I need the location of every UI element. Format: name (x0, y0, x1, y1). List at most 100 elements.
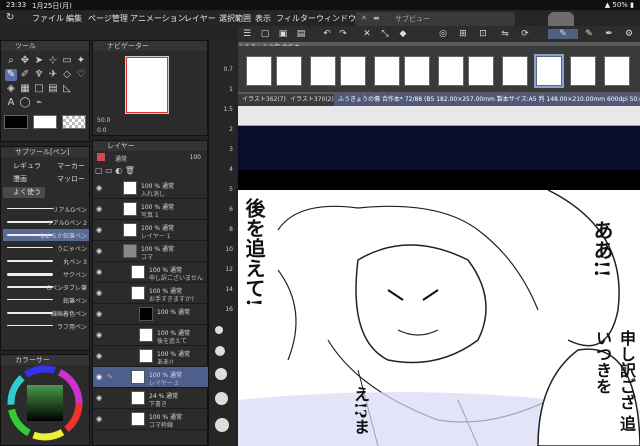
brush-item[interactable]: リアルGペン (3, 203, 89, 215)
grid-icon[interactable]: ⊡ (478, 29, 488, 39)
eye-icon[interactable]: ◉ (96, 331, 104, 339)
layer-row[interactable]: ◉ 100 % 通常 コマ枠線 (93, 409, 209, 430)
size-value[interactable]: 4 (229, 166, 233, 173)
pen-pressure-icon[interactable]: ✒ (604, 29, 614, 39)
main-color-swatch[interactable] (4, 115, 28, 129)
size-value[interactable]: 2 (229, 126, 233, 133)
page-thumbnail-selected[interactable] (534, 54, 564, 88)
size-dot[interactable] (215, 326, 223, 334)
menu-layer[interactable]: レイヤー (184, 13, 216, 24)
transform-icon[interactable]: ⤡ (380, 29, 390, 39)
size-value[interactable]: 3 (229, 146, 233, 153)
size-value[interactable]: 0.7 (223, 66, 233, 73)
subtool-tab-marker[interactable]: マーカー (47, 161, 89, 172)
document-tab-active[interactable]: ふうきょうの傷 合作本* 72/88 (B5 182.00×257.00mm 製… (334, 94, 640, 106)
subtool-tab-regular[interactable]: レギュラー (3, 161, 45, 181)
menu-animation[interactable]: アニメーション (130, 13, 186, 24)
settings-icon[interactable]: ⚙ (624, 29, 634, 39)
menu-edit[interactable]: 編集 (66, 13, 82, 24)
mask-icon[interactable]: ◐ (115, 166, 122, 175)
layer-row[interactable]: ◉ 100 % 通常 写真 1 (93, 199, 209, 220)
frame-tool-icon[interactable]: ▤ (47, 83, 59, 95)
selection-tool-icon[interactable]: ▭ (61, 55, 73, 67)
navigator-zoom-slider[interactable]: 50.0 (97, 117, 203, 125)
page-thumbnail[interactable] (570, 56, 596, 86)
layer-row[interactable]: ◉ 100 % 通常 後を追えて (93, 325, 209, 346)
flip-icon[interactable]: ⇋ (500, 29, 510, 39)
page-thumbnail[interactable] (340, 56, 366, 86)
eye-icon[interactable]: ◉ (96, 394, 104, 402)
balloon-tool-icon[interactable]: ◯ (19, 97, 31, 109)
subtool-tab-manga[interactable]: 漫画 (3, 174, 45, 185)
eye-icon[interactable]: ◉ (96, 205, 104, 213)
brush-item[interactable]: 線画着色ペン (3, 307, 89, 319)
eye-icon[interactable]: ◉ (96, 310, 104, 318)
brush-item[interactable]: 鉛筆ペン (3, 294, 89, 306)
undo-icon[interactable]: ↶ (322, 29, 332, 39)
eraser-tool-icon[interactable]: ◇ (61, 69, 73, 81)
page-thumbnail[interactable] (438, 56, 464, 86)
sub-color-swatch[interactable] (33, 115, 57, 129)
eye-icon[interactable]: ◉ (96, 373, 104, 381)
size-value[interactable]: 6 (229, 206, 233, 213)
page-thumbnail[interactable] (374, 56, 400, 86)
menu-view[interactable]: 表示 (255, 13, 271, 24)
gradient-tool-icon[interactable]: ▦ (19, 83, 31, 95)
redo-icon[interactable]: ↷ (338, 29, 348, 39)
page-thumbnail[interactable] (310, 56, 336, 86)
layer-row-selected[interactable]: ◉ ✎ 100 % 通常 レイヤー 2 (93, 367, 209, 388)
eye-icon[interactable]: ◉ (96, 415, 104, 423)
brush-item[interactable]: 丸ペン 3 (3, 255, 89, 267)
menu-filter[interactable]: フィルター (276, 13, 316, 24)
new-layer-icon[interactable]: ▢ (95, 166, 103, 175)
layer-row[interactable]: ◉ 24 % 通常 下書き (93, 388, 209, 409)
size-dot[interactable] (215, 346, 225, 356)
menu-file[interactable]: ファイル (32, 13, 64, 24)
page-thumbnail[interactable] (502, 56, 528, 86)
pencil-tool-icon[interactable]: ✐ (19, 69, 31, 81)
clear-icon[interactable]: ✕ (362, 29, 372, 39)
layer-row[interactable]: ◉ 100 % 通常 ああ!! (93, 346, 209, 367)
rotate-icon[interactable]: ⟳ (520, 29, 530, 39)
size-value[interactable]: 10 (225, 246, 233, 253)
size-value[interactable]: 12 (225, 266, 233, 273)
brush-item[interactable]: リアルGペン 2 (3, 216, 89, 228)
navigator-view-frame[interactable] (126, 57, 168, 113)
page-thumbnail[interactable] (246, 56, 272, 86)
subtool-tab-other[interactable]: マッロー (47, 174, 89, 185)
brush-item[interactable]: うにゃペン (3, 242, 89, 254)
page-thumbnail[interactable] (404, 56, 430, 86)
layer-folder-row[interactable]: ◉ 100 % 通常 コマ (93, 241, 209, 262)
document-tab[interactable]: イラスト370(2) (286, 94, 338, 106)
brush-item[interactable]: サクペン (3, 268, 89, 280)
size-value[interactable]: 5 (229, 186, 233, 193)
app-logo-icon[interactable]: ↻ (6, 12, 18, 24)
menu-page[interactable]: ページ管理 (88, 13, 128, 24)
size-dot[interactable] (215, 418, 229, 432)
eye-icon[interactable]: ◉ (96, 268, 104, 276)
menu-window[interactable]: ウィンドウ (316, 13, 356, 24)
delete-layer-icon[interactable]: 🗑 (125, 166, 135, 175)
layer-row[interactable]: ◉ 100 % 通常 (93, 304, 209, 325)
eye-icon[interactable]: ◉ (96, 247, 104, 255)
new-file-icon[interactable]: ▢ (260, 29, 270, 39)
size-dot[interactable] (215, 368, 227, 380)
brush-item[interactable]: ラフ用ペン (3, 320, 89, 332)
eye-icon[interactable]: ◉ (96, 226, 104, 234)
move-tool-icon[interactable]: ✥ (19, 55, 31, 67)
size-value[interactable]: 14 (225, 286, 233, 293)
blend-mode-select[interactable]: 通常 (115, 154, 127, 163)
page-thumbnail[interactable] (276, 56, 302, 86)
layer-row[interactable]: ◉ 100 % 通常 レイヤー 1 (93, 220, 209, 241)
page-thumbnail[interactable] (468, 56, 494, 86)
figure-tool-icon[interactable]: □ (33, 83, 45, 95)
subtool-tab-favorites[interactable]: よく使う (3, 187, 45, 198)
auto-select-icon[interactable]: ✦ (75, 55, 87, 67)
ruler-snap-icon[interactable]: ⊞ (458, 29, 468, 39)
layer-row[interactable]: ◉ 100 % 通常 申し訳ございません (93, 262, 209, 283)
brush-tool-icon[interactable]: ♆ (33, 69, 45, 81)
brush-item-selected[interactable]: なめらか鉛筆ペン (3, 229, 89, 241)
edit-icon[interactable]: ✎ (548, 29, 578, 39)
size-value[interactable]: 16 (225, 306, 233, 313)
brush-item[interactable]: Gペンタブレ筆 (3, 281, 89, 293)
